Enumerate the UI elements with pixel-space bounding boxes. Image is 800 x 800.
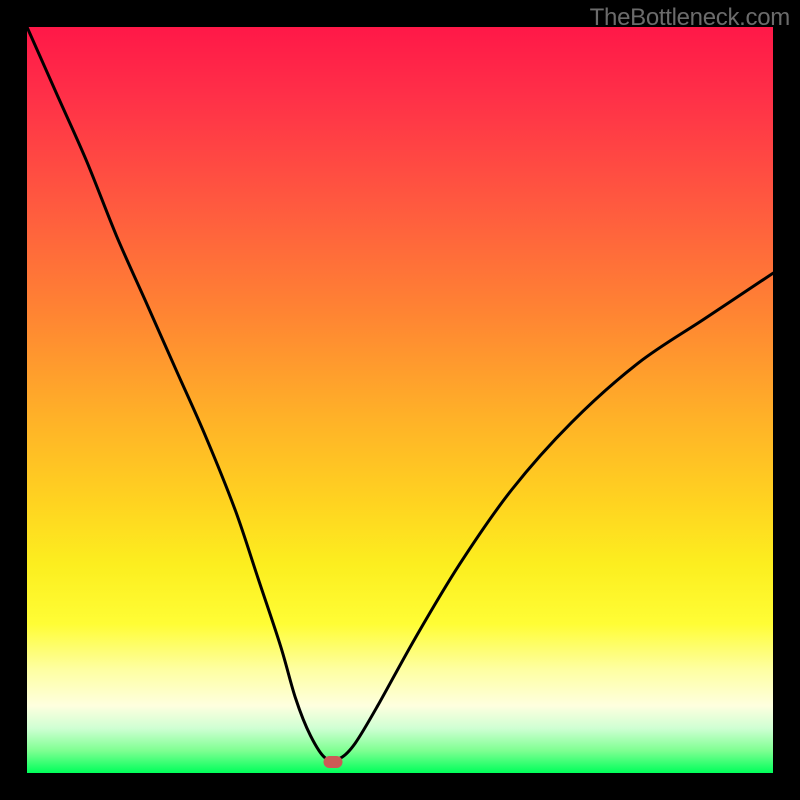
bottleneck-curve: [27, 27, 773, 773]
chart-plot-area: [27, 27, 773, 773]
optimal-marker: [323, 756, 342, 768]
watermark-text: TheBottleneck.com: [590, 4, 790, 32]
